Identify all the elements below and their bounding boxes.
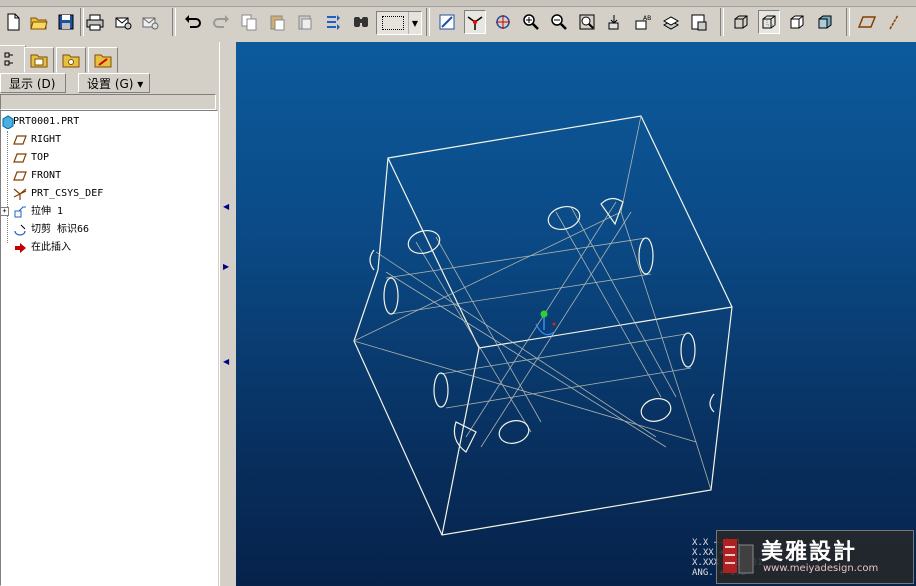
hole-ellipse <box>433 372 449 408</box>
refit-icon[interactable] <box>576 10 598 34</box>
tree-root-label: PRT0001.PRT <box>13 116 80 127</box>
settings-menu-button[interactable]: 设置 (G) ▾ <box>78 73 150 93</box>
new-file-icon[interactable] <box>2 10 24 34</box>
hole-line <box>435 236 542 423</box>
zoom-out-icon[interactable] <box>548 10 570 34</box>
undo-icon[interactable] <box>182 10 204 34</box>
hidden-edge <box>620 211 697 443</box>
hole-line <box>480 211 632 448</box>
tree-item-label: 拉伸 1 <box>31 206 64 217</box>
chevron-down-icon[interactable]: ▼ <box>408 12 421 34</box>
view-manager-icon[interactable] <box>660 10 682 34</box>
hole-ellipse <box>680 332 696 368</box>
datum-axis-icon[interactable] <box>884 10 906 34</box>
watermark-logo <box>723 539 754 574</box>
hole-ellipse <box>407 229 441 255</box>
paste-icon[interactable] <box>266 10 288 34</box>
orient-icon[interactable] <box>492 10 514 34</box>
select-box-combo[interactable]: ▼ <box>376 11 422 35</box>
toolbar-separator <box>172 8 176 36</box>
spin-marker <box>552 322 556 326</box>
folder-browser-tab[interactable] <box>24 47 54 73</box>
csys-icon <box>13 188 27 200</box>
hidden-line-icon[interactable] <box>758 10 780 34</box>
tree-filter-bar[interactable] <box>0 94 216 110</box>
regenerate-icon[interactable] <box>322 10 344 34</box>
navigator-pane: 显示 (D) ▾ 设置 (G) ▾ PRT0001.PRT RIGHT TOP … <box>0 42 230 586</box>
toolbar-top-strip <box>0 0 916 7</box>
watermark-url: www.meiyadesign.com <box>763 563 879 574</box>
tree-item-label: RIGHT <box>31 134 62 145</box>
datum-plane-icon[interactable] <box>856 10 878 34</box>
hole-ellipse <box>498 420 530 444</box>
repaint-icon[interactable] <box>436 10 458 34</box>
collapse-arrow-icon[interactable]: ◀ <box>223 357 229 366</box>
select-box-icon <box>382 16 404 30</box>
box-outline <box>353 115 733 536</box>
paste-special-icon[interactable] <box>294 10 316 34</box>
no-hidden-icon[interactable] <box>786 10 808 34</box>
print-icon[interactable] <box>84 10 106 34</box>
cut-icon <box>14 224 26 236</box>
navigator-tabs <box>0 45 230 73</box>
svg-text:AB: AB <box>643 15 651 22</box>
spin-center-icon[interactable] <box>464 10 486 34</box>
main-toolbar: ▼ AB <box>0 0 916 43</box>
datum-plane-icon <box>13 135 27 145</box>
toolbar-separator <box>426 8 430 36</box>
email-alt-icon[interactable] <box>139 10 161 34</box>
hole-ellipse <box>638 237 654 275</box>
box-front-edges <box>387 157 733 349</box>
expand-arrow-icon[interactable]: ▶ <box>223 262 229 271</box>
insert-here-icon <box>15 243 26 253</box>
connections-tab[interactable] <box>88 47 118 73</box>
copy-icon[interactable] <box>238 10 260 34</box>
hole-ellipse <box>640 398 672 422</box>
hole-ellipse <box>383 277 399 315</box>
pane-splitter[interactable]: ◀ ▶ ◀ <box>219 42 236 586</box>
tree-item-label: 在此插入 <box>31 242 71 253</box>
datum-plane-icon <box>13 171 27 181</box>
model-tree-tab[interactable] <box>0 45 26 73</box>
cylinder-edge <box>390 273 652 315</box>
spin-center-icon <box>540 310 548 318</box>
graphics-viewport[interactable] <box>236 42 916 586</box>
favorites-tab[interactable] <box>56 47 86 73</box>
hole-notch <box>369 249 375 271</box>
layer-icon[interactable]: AB <box>632 10 654 34</box>
show-menu-button[interactable]: 显示 (D) ▾ <box>0 73 66 111</box>
view-list-icon[interactable] <box>688 10 710 34</box>
wireframe-icon[interactable] <box>730 10 752 34</box>
toolbar-separator <box>846 8 850 36</box>
hole-line <box>385 271 667 448</box>
hole-notch <box>709 393 715 413</box>
tree-item-label: TOP <box>31 152 50 163</box>
open-folder-icon[interactable] <box>28 10 50 34</box>
tree-item-label: FRONT <box>31 170 62 181</box>
spin-arc <box>535 323 555 336</box>
expand-icon[interactable]: + <box>1 207 9 216</box>
hole-line <box>570 206 677 398</box>
email-icon[interactable] <box>112 10 134 34</box>
save-icon[interactable] <box>55 10 77 34</box>
collapse-arrow-icon[interactable]: ◀ <box>223 202 229 211</box>
wireframe-model <box>353 115 733 536</box>
toolbar-separator <box>720 8 724 36</box>
watermark-title: 美雅設計 <box>761 539 858 565</box>
cylinder-edge <box>445 367 692 409</box>
zoom-in-icon[interactable] <box>520 10 542 34</box>
shaded-icon[interactable] <box>814 10 836 34</box>
redo-icon[interactable] <box>210 10 232 34</box>
model-tree: PRT0001.PRT RIGHT TOP FRONT PRT_CSYS_DEF… <box>0 110 218 586</box>
tree-item-label: PRT_CSYS_DEF <box>31 188 104 199</box>
named-view-icon[interactable] <box>604 10 626 34</box>
find-icon[interactable] <box>350 10 372 34</box>
tree-item-label: 切剪 标识66 <box>31 224 90 235</box>
watermark: 美雅設計 www.meiyadesign.com <box>716 530 914 584</box>
tree-connector-line <box>7 131 8 243</box>
datum-plane-icon <box>13 153 27 163</box>
extrude-icon <box>14 206 26 218</box>
